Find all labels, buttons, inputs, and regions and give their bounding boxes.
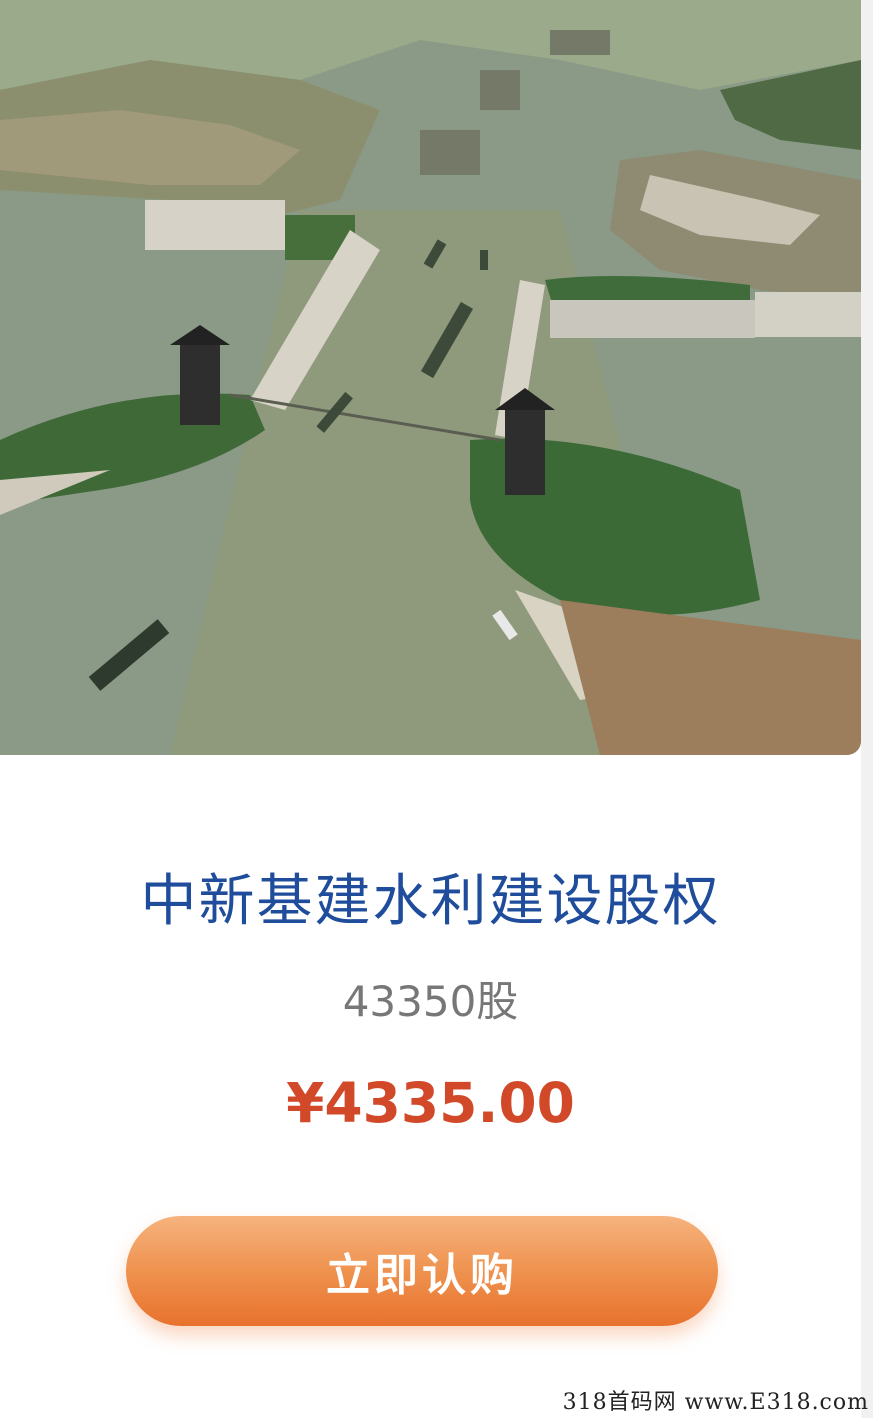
product-card: 中新基建水利建设股权 43350股 ¥4335.00 立即认购 — [0, 0, 861, 1418]
product-price: ¥4335.00 — [286, 1071, 575, 1135]
product-title: 中新基建水利建设股权 — [140, 869, 721, 934]
product-photo — [0, 0, 861, 755]
river-lock-aerial-image — [0, 0, 861, 755]
share-count: 43350股 — [342, 977, 519, 1026]
subscribe-button[interactable]: 立即认购 — [126, 1216, 718, 1326]
watermark-text: 318首码网 www.E318.com — [562, 1390, 869, 1415]
